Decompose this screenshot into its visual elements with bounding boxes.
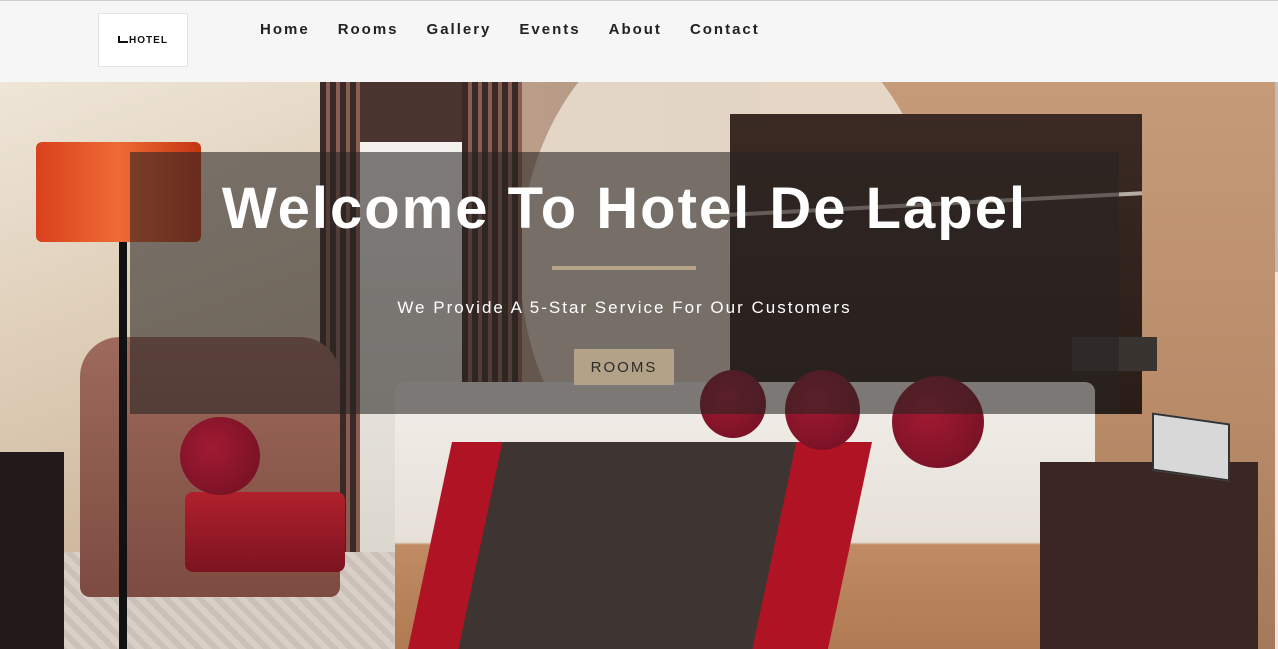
navbar: HOTEL Home Rooms Gallery Events About Co…	[0, 0, 1278, 82]
hero-subtitle: We Provide A 5-Star Service For Our Cust…	[397, 298, 852, 317]
main-nav: Home Rooms Gallery Events About Contact	[260, 21, 788, 38]
nav-contact[interactable]: Contact	[690, 21, 760, 38]
rooms-button[interactable]: ROOMS	[574, 349, 674, 385]
nav-events[interactable]: Events	[519, 21, 580, 38]
title-divider	[552, 266, 696, 270]
bed-runner	[408, 442, 872, 649]
logo-text: HOTEL	[118, 35, 168, 46]
dresser	[0, 452, 64, 649]
nav-gallery[interactable]: Gallery	[427, 21, 492, 38]
hero-title: Welcome To Hotel De Lapel	[221, 176, 1028, 241]
desk-phone	[1152, 412, 1230, 482]
bed-icon	[118, 35, 129, 43]
nav-about[interactable]: About	[609, 21, 662, 38]
red-pillow	[180, 417, 260, 495]
hotel-logo[interactable]: HOTEL	[98, 13, 188, 67]
floor-lamp-pole	[119, 242, 127, 649]
logo-label: HOTEL	[129, 34, 168, 46]
nightstand	[1040, 462, 1258, 649]
armchair-seat	[185, 492, 345, 572]
nav-home[interactable]: Home	[260, 21, 310, 38]
nav-rooms[interactable]: Rooms	[338, 21, 399, 38]
